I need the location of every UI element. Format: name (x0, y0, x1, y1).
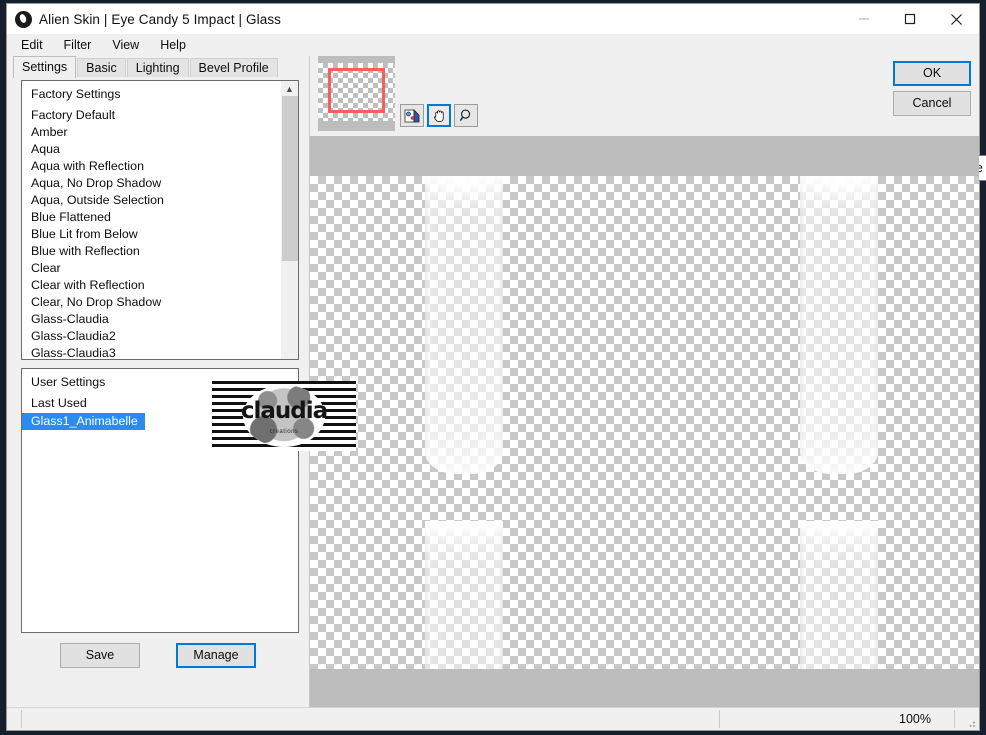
factory-settings-scrollbar[interactable]: ▲ (280, 81, 298, 359)
list-item[interactable]: Aqua, No Drop Shadow (22, 175, 281, 192)
user-settings-listbox[interactable]: User Settings Last Used Glass1_Animabell… (21, 368, 299, 633)
save-button[interactable]: Save (60, 643, 140, 668)
application-window: Alien Skin | Eye Candy 5 Impact | Glass … (6, 3, 986, 731)
status-bar: 100% (7, 707, 979, 730)
factory-settings-listbox[interactable]: Factory Settings Factory Default Amber A… (21, 80, 299, 360)
status-divider (954, 710, 955, 728)
alien-skin-icon (15, 10, 32, 28)
zoom-magnifier-icon[interactable] (454, 104, 478, 127)
menu-bar: Edit Filter View Help (7, 34, 979, 56)
list-item[interactable]: Amber (22, 124, 281, 141)
chevron-up-icon[interactable]: ▲ (281, 81, 298, 96)
tab-settings[interactable]: Settings (13, 56, 77, 78)
list-item[interactable]: Clear, No Drop Shadow (22, 294, 281, 311)
list-item[interactable]: Clear (22, 260, 281, 277)
settings-panel: Settings Basic Lighting Bevel Profile Fa… (7, 56, 310, 707)
list-item[interactable]: Factory Settings (22, 85, 281, 107)
ok-button[interactable]: OK (893, 61, 971, 86)
list-item-selected[interactable]: Glass1_Animabelle (22, 413, 145, 430)
list-item[interactable]: Factory Default (22, 107, 281, 124)
status-divider (719, 710, 720, 728)
menu-item-help[interactable]: Help (154, 36, 195, 54)
tab-basic[interactable]: Basic (77, 58, 126, 78)
transparency-checkerboard (310, 176, 979, 669)
maximize-icon[interactable] (887, 4, 933, 34)
canvas-top-band (310, 136, 979, 176)
color-picker-icon[interactable] (400, 104, 424, 127)
list-item[interactable]: Blue Flattened (22, 209, 281, 226)
menu-item-filter[interactable]: Filter (58, 36, 101, 54)
navigator-thumbnail[interactable] (318, 56, 395, 131)
glass-preview-shape (425, 176, 503, 669)
hand-pan-icon[interactable] (427, 104, 451, 127)
menu-item-edit[interactable]: Edit (15, 36, 52, 54)
tab-bevel-profile[interactable]: Bevel Profile (189, 58, 278, 78)
canvas-bottom-band (310, 669, 979, 707)
list-item[interactable]: Clear with Reflection (22, 277, 281, 294)
preview-panel: Preview Background: None ▼ OK Cancel (310, 56, 986, 707)
user-settings-items: User Settings Last Used Glass1_Animabell… (22, 369, 281, 632)
dialog-buttons: OK Cancel (893, 61, 971, 116)
list-item[interactable]: Aqua with Reflection (22, 158, 281, 175)
glass-preview-shape (800, 176, 878, 669)
minimize-icon[interactable] (841, 4, 887, 34)
list-item[interactable]: Blue with Reflection (22, 243, 281, 260)
tool-button-group (400, 104, 478, 127)
menu-item-view[interactable]: View (106, 36, 148, 54)
title-bar: Alien Skin | Eye Candy 5 Impact | Glass (7, 4, 979, 34)
window-body: Settings Basic Lighting Bevel Profile Fa… (7, 56, 986, 707)
tab-lighting[interactable]: Lighting (126, 58, 189, 78)
zoom-level: 100% (899, 712, 931, 726)
list-item[interactable]: Glass-Claudia3 (22, 345, 281, 359)
preview-canvas[interactable] (310, 136, 979, 707)
list-item[interactable]: Glass-Claudia (22, 311, 281, 328)
close-icon[interactable] (933, 4, 979, 34)
navigator-viewport-rect[interactable] (328, 68, 385, 113)
list-item[interactable]: Glass-Claudia2 (22, 328, 281, 345)
tab-strip: Settings Basic Lighting Bevel Profile (7, 56, 309, 78)
list-item[interactable]: Blue Lit from Below (22, 226, 281, 243)
list-item[interactable]: Aqua (22, 141, 281, 158)
screenshot-root: Alien Skin | Eye Candy 5 Impact | Glass … (0, 0, 986, 735)
list-item[interactable]: User Settings (22, 373, 281, 395)
cancel-button[interactable]: Cancel (893, 91, 971, 116)
preset-action-buttons: Save Manage (7, 635, 309, 668)
window-title: Alien Skin | Eye Candy 5 Impact | Glass (39, 11, 282, 27)
list-item[interactable]: Last Used (22, 395, 281, 412)
status-divider (21, 710, 22, 728)
manage-button[interactable]: Manage (176, 643, 256, 668)
factory-settings-items: Factory Settings Factory Default Amber A… (22, 81, 281, 359)
list-item[interactable]: Aqua, Outside Selection (22, 192, 281, 209)
window-controls (841, 4, 979, 34)
preview-toolbar: Preview Background: None ▼ OK Cancel (310, 56, 986, 181)
resize-grip-icon[interactable] (965, 717, 977, 729)
scrollbar-thumb[interactable] (282, 96, 298, 261)
